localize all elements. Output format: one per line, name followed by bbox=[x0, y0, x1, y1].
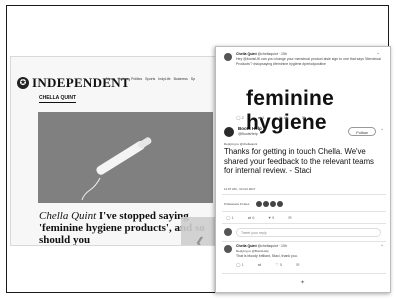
reply-input[interactable]: Tweet your reply bbox=[236, 228, 381, 237]
reply-icon[interactable]: ◯ 1 bbox=[236, 262, 244, 267]
headline-author: Chella Quint bbox=[39, 210, 97, 222]
tweet-user[interactable]: Chella Quint bbox=[236, 244, 257, 248]
retweet-icon[interactable]: ⇄ 1 bbox=[258, 115, 265, 120]
nav-item-more[interactable]: Sp bbox=[191, 77, 195, 81]
tweet-text: Hey @bootsUK can you change your menstru… bbox=[236, 57, 381, 66]
tweet-text: That is bloody brilliant, Staci, thank y… bbox=[236, 254, 298, 258]
nav-item-indylife[interactable]: IndyLife bbox=[158, 77, 170, 81]
tweet-user[interactable]: Chella Quint bbox=[236, 52, 257, 56]
tweet-actions: ◯ 1 ⇄ ♡ 5 ✉ bbox=[236, 262, 299, 267]
chevron-left-icon: ❮ bbox=[195, 235, 206, 246]
like-icon[interactable]: ♡ 16 bbox=[279, 115, 288, 120]
tweet-actions: ◯ 2 ⇄ 1 ♡ 16 ✉ bbox=[236, 115, 305, 120]
chevron-down-icon[interactable]: ⌄ bbox=[380, 126, 384, 132]
tweet-header: Chella Quint @chellaquint · 10h bbox=[236, 244, 287, 249]
avatar[interactable] bbox=[224, 53, 232, 61]
tweet-stats[interactable]: 6 Retweets 9 Likes bbox=[224, 202, 249, 207]
nav-item-news[interactable]: News bbox=[106, 77, 115, 81]
tampon-image bbox=[38, 112, 213, 203]
follow-button[interactable]: Follow bbox=[348, 127, 376, 136]
tweet-handle: @chellaquint bbox=[257, 52, 278, 56]
author-byline[interactable]: CHELLA QUINT bbox=[39, 95, 77, 103]
chevron-down-icon[interactable]: ⌄ bbox=[380, 242, 384, 248]
eagle-logo-icon: ✪ bbox=[17, 77, 29, 89]
liker-avatars[interactable] bbox=[256, 201, 283, 207]
like-icon[interactable]: ♡ 5 bbox=[275, 262, 282, 267]
avatar[interactable] bbox=[224, 245, 232, 253]
nav-item-voices[interactable]: Voices bbox=[118, 77, 128, 81]
article-page: ✪ INDEPENDENT News Voices Politics Sport… bbox=[10, 56, 222, 246]
tweet-thread: Chella Quint @chellaquint · 15h ⌄ Hey @b… bbox=[215, 46, 391, 293]
replying-to: Replying to @chellaquint bbox=[224, 142, 258, 146]
divider bbox=[222, 223, 386, 224]
tweet-handle: @BootsHelp bbox=[238, 131, 258, 136]
nav-item-business[interactable]: Business bbox=[174, 77, 188, 81]
tweet-header: Boots Help @BootsHelp bbox=[238, 126, 262, 136]
replying-to: Replying to @BootsHelp bbox=[236, 249, 269, 253]
nav-item-politics[interactable]: Politics bbox=[131, 77, 142, 81]
reply-icon[interactable]: ◯ 1 bbox=[226, 215, 234, 220]
divider bbox=[222, 273, 386, 274]
avatar[interactable] bbox=[224, 127, 234, 137]
message-icon[interactable]: ✉ bbox=[302, 115, 305, 120]
twitter-bird-icon: ✦ bbox=[300, 280, 306, 286]
reply-icon[interactable]: ◯ 2 bbox=[236, 115, 244, 120]
message-icon[interactable]: ✉ bbox=[288, 215, 291, 220]
nav-item-sports[interactable]: Sports bbox=[145, 77, 155, 81]
retweet-icon[interactable]: ⇄ bbox=[258, 262, 261, 267]
hero-image bbox=[38, 112, 213, 203]
tweet-timestamp: 11:07 AM - 10 Oct 2017 bbox=[224, 187, 256, 191]
message-icon[interactable]: ✉ bbox=[296, 262, 299, 267]
tweet-date: · 15h bbox=[278, 52, 287, 56]
divider bbox=[222, 194, 386, 195]
site-nav: News Voices Politics Sports IndyLife Bus… bbox=[106, 77, 195, 81]
divider bbox=[222, 241, 386, 242]
like-icon[interactable]: ♥ 9 bbox=[269, 215, 275, 220]
avatar bbox=[224, 228, 232, 236]
retweet-icon[interactable]: ⇄ 6 bbox=[248, 215, 255, 220]
chevron-down-icon[interactable]: ⌄ bbox=[376, 50, 380, 56]
divider bbox=[222, 211, 386, 212]
tweet-actions: ◯ 1 ⇄ 6 ♥ 9 ✉ bbox=[226, 215, 292, 220]
tweet-user[interactable]: Boots Help bbox=[238, 126, 262, 131]
tweet-handle: @chellaquint · 10h bbox=[257, 244, 287, 248]
tweet-header: Chella Quint @chellaquint · 15h bbox=[236, 52, 287, 57]
tweet-text: Thanks for getting in touch Chella. We'v… bbox=[224, 147, 374, 175]
screenshot-frame: ✪ INDEPENDENT News Voices Politics Sport… bbox=[6, 5, 391, 293]
